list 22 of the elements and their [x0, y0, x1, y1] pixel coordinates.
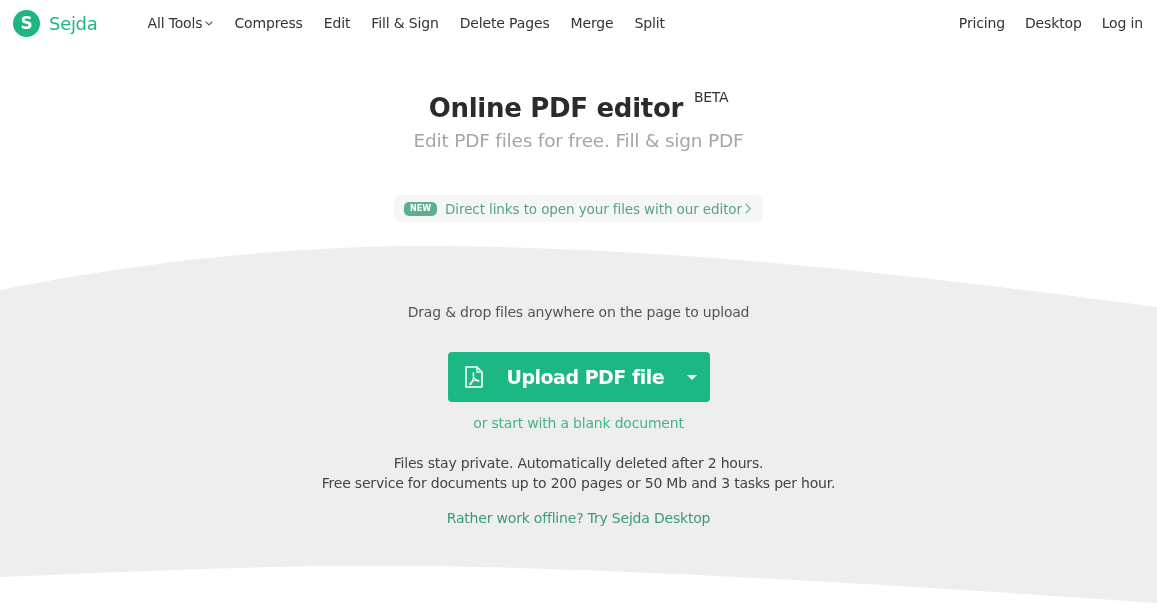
- new-tag: NEW: [404, 201, 438, 216]
- page-title: Online PDF editor: [428, 92, 683, 125]
- page-subtitle: Edit PDF files for free. Fill & sign PDF: [413, 129, 744, 153]
- nav-link[interactable]: Pricing: [958, 15, 1005, 31]
- nav-link[interactable]: Compress: [234, 15, 303, 31]
- caret-down-icon: [686, 374, 697, 380]
- nav-link[interactable]: Fill & Sign: [371, 15, 439, 31]
- nav-link[interactable]: Split: [634, 15, 665, 31]
- info-text: Free service for documents up to 200 pages or 50 Mb and 3 tasks per hour.: [321, 474, 836, 493]
- chevron-right-icon: [744, 203, 751, 214]
- upload-hint: Drag & drop files anywhere on the page to upload: [407, 303, 750, 322]
- chevron-down-icon: [205, 20, 214, 26]
- announcement-text: Direct links to open your files with our editor: [445, 200, 742, 217]
- pdf-file-icon: [464, 366, 483, 388]
- nav-link[interactable]: Log in: [1101, 15, 1143, 31]
- nav-link[interactable]: Merge: [570, 15, 614, 31]
- nav-link[interactable]: All Tools: [147, 15, 214, 31]
- nav-link[interactable]: Desktop: [1025, 15, 1082, 31]
- nav-link[interactable]: Delete Pages: [459, 15, 550, 31]
- nav-link[interactable]: Edit: [323, 15, 351, 31]
- info-text: Files stay private. Automatically deleted after 2 hours.: [393, 454, 764, 473]
- beta-label: BETA: [694, 89, 729, 105]
